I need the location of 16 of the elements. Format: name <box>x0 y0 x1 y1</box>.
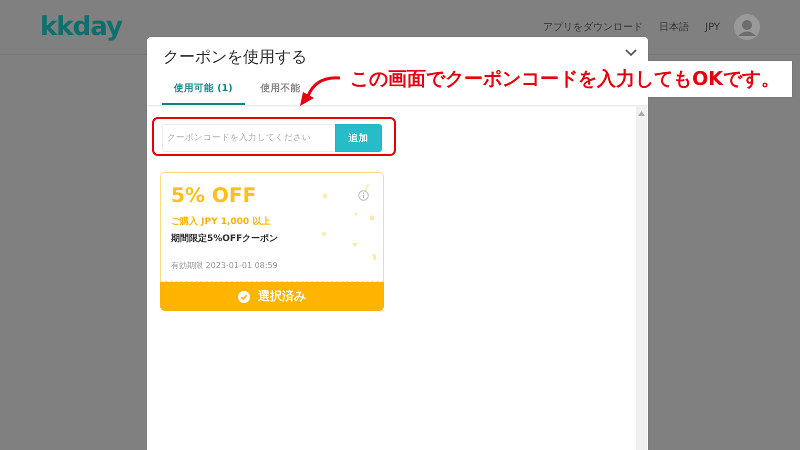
condition-text: ご購入 JPY 1,000 以上 <box>171 215 270 228</box>
discount-text: 5% OFF <box>171 183 256 207</box>
tab[interactable]: 使用不能 <box>248 80 313 105</box>
avatar-icon[interactable] <box>734 14 760 40</box>
scroll-up-icon[interactable] <box>638 111 645 116</box>
header-link[interactable]: アプリをダウンロード <box>543 20 644 34</box>
info-icon[interactable] <box>358 190 369 201</box>
chevron-down-icon[interactable] <box>624 47 638 57</box>
expiry-text: 有効期限 2023-01-01 08:59 <box>171 260 278 271</box>
coupon-name: 期間限定5%OFFクーポン <box>171 232 278 245</box>
header-link[interactable]: JPY <box>705 22 720 32</box>
select-button[interactable]: 選択済み <box>160 282 384 311</box>
check-icon <box>238 290 250 302</box>
add-button[interactable]: 追加 <box>335 124 382 152</box>
header-link[interactable]: 日本語 <box>659 20 690 34</box>
modal-title: クーポンを使用する <box>163 47 308 68</box>
